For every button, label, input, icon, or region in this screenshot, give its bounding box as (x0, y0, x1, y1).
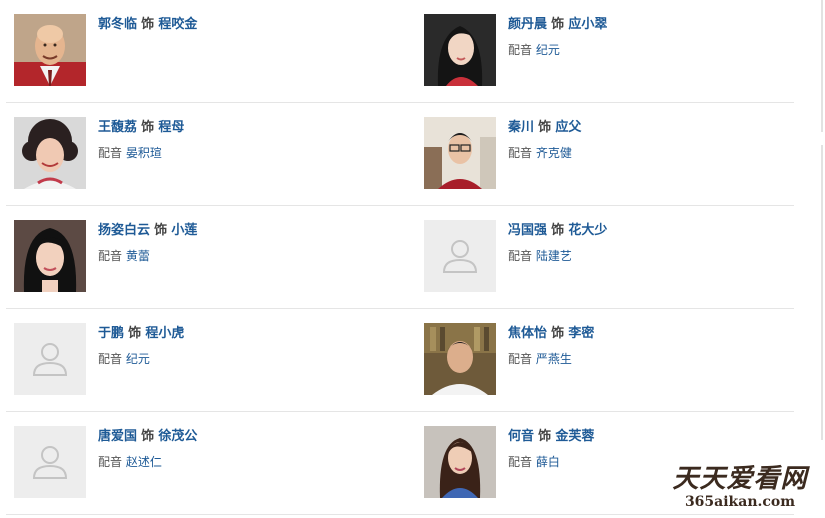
cast-item: 颜丹晨 饰 应小翠 配音 纪元 (424, 14, 814, 89)
plays-label: 饰 (551, 223, 565, 238)
cast-credit: 郭冬临 饰 程咬金 (98, 16, 197, 34)
plays-label: 饰 (538, 120, 552, 135)
dub-label: 配音 (508, 352, 533, 366)
dub-label: 配音 (98, 455, 123, 469)
dub-label: 配音 (508, 146, 533, 160)
plays-label: 饰 (128, 326, 142, 341)
dub-actor-link[interactable]: 赵述仁 (126, 455, 162, 469)
actor-name-link[interactable]: 冯国强 (508, 223, 547, 238)
plays-label: 饰 (551, 17, 565, 32)
role-name-link[interactable]: 应父 (555, 120, 581, 135)
cast-credit: 秦川 饰 应父 (508, 119, 581, 137)
dub-label: 配音 (98, 249, 123, 263)
dub-actor-link[interactable]: 陆建艺 (536, 249, 572, 263)
dub-actor-link[interactable]: 纪元 (126, 352, 150, 366)
actor-name-link[interactable]: 王馥荔 (98, 120, 137, 135)
dub-credit: 配音 纪元 (508, 41, 607, 59)
actor-name-link[interactable]: 扬姿白云 (98, 223, 150, 238)
cast-item: 焦体怡 饰 李密 配音 严燕生 (424, 323, 814, 398)
role-name-link[interactable]: 小莲 (171, 223, 197, 238)
user-placeholder-icon (14, 323, 86, 395)
dub-label: 配音 (508, 455, 533, 469)
dub-label: 配音 (98, 352, 123, 366)
cast-item: 郭冬临 饰 程咬金 (14, 14, 404, 89)
plays-label: 饰 (141, 429, 155, 444)
actor-name-link[interactable]: 何音 (508, 429, 534, 444)
placeholder-avatar[interactable] (14, 323, 86, 395)
cast-credit: 焦体怡 饰 李密 (508, 325, 594, 343)
actor-name-link[interactable]: 焦体怡 (508, 326, 547, 341)
plays-label: 饰 (538, 429, 552, 444)
actor-name-link[interactable]: 唐爱国 (98, 429, 137, 444)
role-name-link[interactable]: 花大少 (568, 223, 607, 238)
role-name-link[interactable]: 李密 (568, 326, 594, 341)
cast-credit: 于鹏 饰 程小虎 (98, 325, 184, 343)
role-name-link[interactable]: 应小翠 (568, 17, 607, 32)
actor-name-link[interactable]: 郭冬临 (98, 17, 137, 32)
dub-credit: 配音 纪元 (98, 350, 184, 368)
dub-actor-link[interactable]: 黄蕾 (126, 249, 150, 263)
dub-credit: 配音 赵述仁 (98, 453, 197, 471)
plays-label: 饰 (141, 120, 155, 135)
plays-label: 饰 (551, 326, 565, 341)
scrollbar-track[interactable] (821, 0, 823, 132)
actor-name-link[interactable]: 秦川 (508, 120, 534, 135)
cast-credit: 唐爱国 饰 徐茂公 (98, 428, 197, 446)
dub-actor-link[interactable]: 齐克健 (536, 146, 572, 160)
dub-actor-link[interactable]: 薛白 (536, 455, 560, 469)
cast-credit: 何音 饰 金芙蓉 (508, 428, 594, 446)
user-placeholder-icon (14, 426, 86, 498)
actor-photo[interactable] (14, 117, 86, 189)
cast-item: 扬姿白云 饰 小莲 配音 黄蕾 (14, 220, 404, 295)
actor-name-link[interactable]: 颜丹晨 (508, 17, 547, 32)
cast-item: 秦川 饰 应父 配音 齐克健 (424, 117, 814, 192)
cast-item: 王馥荔 饰 程母 配音 晏积瑄 (14, 117, 404, 192)
cast-credit: 王馥荔 饰 程母 (98, 119, 184, 137)
dub-actor-link[interactable]: 纪元 (536, 43, 560, 57)
actor-photo[interactable] (424, 14, 496, 86)
cast-row: 于鹏 饰 程小虎 配音 纪元 焦体怡 饰 李密 配音 严燕生 (0, 309, 800, 412)
site-watermark: 天天爱看网 365aikan.com (665, 464, 815, 516)
dub-actor-link[interactable]: 严燕生 (536, 352, 572, 366)
role-name-link[interactable]: 徐茂公 (158, 429, 197, 444)
role-name-link[interactable]: 程小虎 (145, 326, 184, 341)
dub-actor-link[interactable]: 晏积瑄 (126, 146, 162, 160)
dub-label: 配音 (508, 249, 533, 263)
role-name-link[interactable]: 金芙蓉 (555, 429, 594, 444)
cast-item: 冯国强 饰 花大少 配音 陆建艺 (424, 220, 814, 295)
dub-credit: 配音 晏积瑄 (98, 144, 184, 162)
actor-photo[interactable] (424, 323, 496, 395)
cast-row: 扬姿白云 饰 小莲 配音 黄蕾 冯国强 饰 花大少 配音 陆建艺 (0, 206, 800, 309)
actor-name-link[interactable]: 于鹏 (98, 326, 124, 341)
cast-item: 唐爱国 饰 徐茂公 配音 赵述仁 (14, 426, 404, 501)
actor-photo[interactable] (14, 14, 86, 86)
cast-item: 于鹏 饰 程小虎 配音 纪元 (14, 323, 404, 398)
dub-credit: 配音 严燕生 (508, 350, 594, 368)
dub-credit: 配音 黄蕾 (98, 247, 197, 265)
actor-photo[interactable] (424, 117, 496, 189)
dub-credit: 配音 陆建艺 (508, 247, 607, 265)
watermark-url: 365aikan.com (684, 494, 796, 510)
role-name-link[interactable]: 程咬金 (158, 17, 197, 32)
dub-label: 配音 (508, 43, 533, 57)
cast-row: 王馥荔 饰 程母 配音 晏积瑄 秦川 饰 应父 配音 齐克健 (0, 103, 800, 206)
placeholder-avatar[interactable] (14, 426, 86, 498)
dub-credit: 配音 齐克健 (508, 144, 581, 162)
scrollbar-track[interactable] (821, 145, 823, 440)
cast-row: 郭冬临 饰 程咬金 颜丹晨 饰 应小翠 配音 纪元 (0, 0, 800, 103)
cast-list: 郭冬临 饰 程咬金 颜丹晨 饰 应小翠 配音 纪元 王馥荔 饰 程母 配音 晏积… (0, 0, 800, 515)
placeholder-avatar[interactable] (424, 220, 496, 292)
plays-label: 饰 (154, 223, 168, 238)
dub-label: 配音 (98, 146, 123, 160)
actor-photo[interactable] (14, 220, 86, 292)
dub-credit: 配音 薛白 (508, 453, 594, 471)
watermark-title: 天天爱看网 (672, 464, 808, 494)
cast-credit: 冯国强 饰 花大少 (508, 222, 607, 240)
actor-photo[interactable] (424, 426, 496, 498)
role-name-link[interactable]: 程母 (158, 120, 184, 135)
cast-credit: 颜丹晨 饰 应小翠 (508, 16, 607, 34)
cast-credit: 扬姿白云 饰 小莲 (98, 222, 197, 240)
user-placeholder-icon (424, 220, 496, 292)
plays-label: 饰 (141, 17, 155, 32)
